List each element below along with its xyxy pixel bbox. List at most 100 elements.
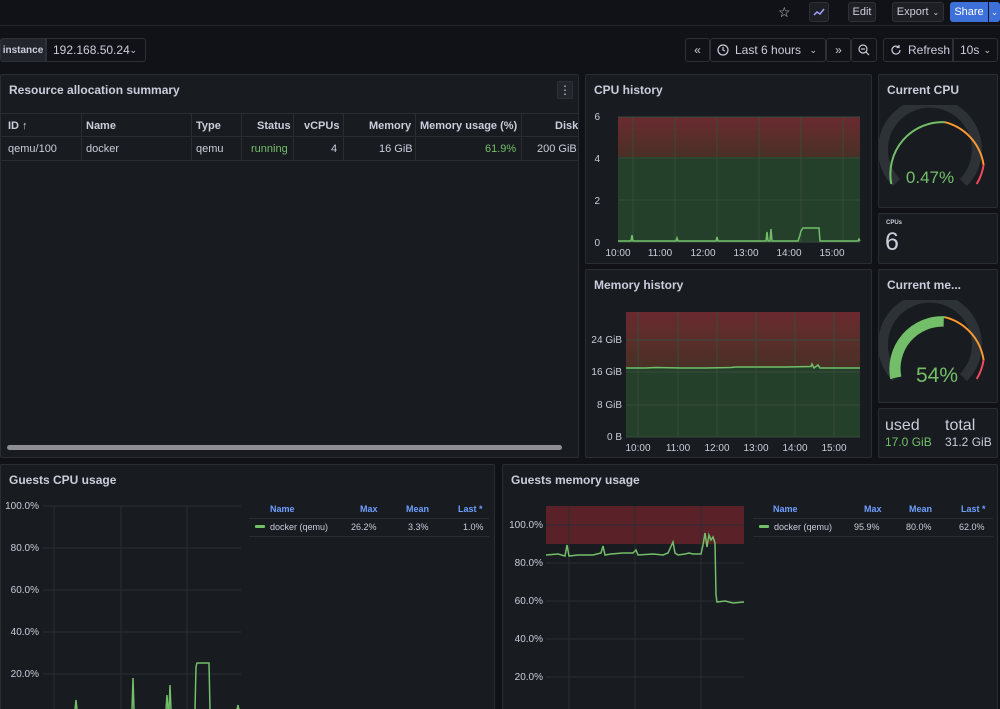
- x-tick: 10:00: [625, 443, 650, 454]
- zoom-out-icon: [858, 44, 870, 56]
- legend-header-max[interactable]: Max: [864, 504, 882, 514]
- total-label: total: [945, 417, 976, 434]
- y-tick: 20.0%: [515, 672, 543, 683]
- share-menu-button[interactable]: ⌄: [989, 2, 1000, 22]
- legend-series-name: docker (qemu): [270, 522, 329, 532]
- legend-max: 95.9%: [854, 522, 880, 532]
- cell-type: qemu: [196, 143, 224, 155]
- share-button[interactable]: Share: [950, 2, 988, 22]
- cell-disk: 200 GiB: [537, 143, 577, 155]
- legend-color-swatch: [255, 525, 265, 528]
- y-tick: 60.0%: [11, 585, 39, 596]
- column-header-type[interactable]: Type: [196, 115, 221, 137]
- column-header-memory-usage[interactable]: Memory usage (%): [420, 115, 517, 137]
- column-header-name[interactable]: Name: [86, 115, 116, 137]
- x-tick: 15:00: [821, 443, 846, 454]
- y-tick: 80.0%: [515, 558, 543, 569]
- legend-header-name[interactable]: Name: [270, 504, 295, 514]
- cell-memory: 16 GiB: [379, 143, 413, 155]
- current-memory-panel: Current me... 54%: [878, 269, 998, 403]
- y-tick: 0: [594, 238, 600, 249]
- refresh-interval-select[interactable]: 10s ⌄: [953, 38, 998, 62]
- gauge-value: 0.47%: [906, 168, 954, 187]
- y-tick: 80.0%: [11, 543, 39, 554]
- cpu-history-chart[interactable]: 6 4 2 0 10:00 11:00 12:00 13:00 14:00 15…: [586, 105, 873, 265]
- panel-title: Guests CPU usage: [9, 473, 117, 487]
- horizontal-scrollbar[interactable]: [7, 445, 562, 450]
- instance-variable-select[interactable]: 192.168.50.24 ⌄: [46, 38, 146, 62]
- column-header-vcpus[interactable]: vCPUs: [304, 115, 339, 137]
- x-tick: 12:00: [690, 248, 715, 259]
- used-label: used: [885, 417, 920, 434]
- legend-series-name: docker (qemu): [774, 522, 833, 532]
- cell-id: qemu/100: [8, 143, 57, 155]
- star-icon[interactable]: ☆: [778, 4, 791, 21]
- panel-title: Current me...: [887, 278, 962, 292]
- x-tick: 11:00: [666, 443, 691, 454]
- memory-history-chart[interactable]: 24 GiB 16 GiB 8 GiB 0 B 10:00 11:00 12:0…: [586, 300, 873, 459]
- graph-mode-button[interactable]: [809, 2, 829, 22]
- time-back-button[interactable]: «: [685, 38, 710, 62]
- resource-allocation-panel: Resource allocation summary ⋮ ID ↑ Name …: [0, 74, 579, 458]
- column-header-memory[interactable]: Memory: [369, 115, 411, 137]
- zoom-out-button[interactable]: [851, 38, 877, 62]
- panel-title: Current CPU: [887, 83, 960, 97]
- refresh-icon: [891, 45, 901, 55]
- y-tick: 100.0%: [5, 501, 39, 512]
- legend-header-name[interactable]: Name: [773, 504, 798, 514]
- x-tick: 12:00: [704, 443, 729, 454]
- y-tick: 6: [594, 112, 600, 123]
- cpus-stat-panel: CPUs 6: [878, 213, 998, 264]
- column-header-disk[interactable]: Disk: [555, 115, 578, 137]
- memory-history-panel: Memory history 24 GiB 16 GiB 8 GiB 0 B 1…: [585, 269, 872, 458]
- x-tick: 14:00: [782, 443, 807, 454]
- menu-dots-icon: ⋮: [559, 83, 571, 97]
- edit-button[interactable]: Edit: [848, 2, 876, 22]
- column-header-id[interactable]: ID ↑: [8, 115, 28, 137]
- y-tick: 24 GiB: [591, 335, 622, 346]
- y-tick: 8 GiB: [597, 400, 622, 411]
- legend-max: 26.2%: [351, 522, 377, 532]
- refresh-label: Refresh: [908, 43, 951, 57]
- legend-header-mean[interactable]: Mean: [909, 504, 932, 514]
- y-tick: 40.0%: [11, 627, 39, 638]
- y-tick: 4: [594, 154, 600, 165]
- guests-cpu-chart[interactable]: 100.0% 80.0% 60.0% 40.0% 20.0%: [1, 495, 246, 709]
- y-tick: 60.0%: [515, 596, 543, 607]
- x-tick: 11:00: [648, 248, 673, 259]
- y-tick: 0 B: [607, 432, 622, 443]
- panel-title: CPU history: [594, 83, 663, 97]
- current-cpu-panel: Current CPU 0.47%: [878, 74, 998, 208]
- instance-value: 192.168.50.24: [53, 43, 130, 57]
- chevron-down-icon: ⌄: [932, 7, 940, 17]
- stat-label: CPUs: [886, 220, 903, 226]
- cpu-history-panel: CPU history 6 4 2 0 10:00 11:00 12:00 13…: [585, 74, 872, 264]
- legend-header-mean[interactable]: Mean: [406, 504, 429, 514]
- time-range-picker[interactable]: Last 6 hours ⌄: [710, 38, 826, 62]
- legend-header-max[interactable]: Max: [360, 504, 378, 514]
- guests-cpu-panel: Guests CPU usage 100.0% 80.0% 60.0% 40.0…: [0, 464, 495, 709]
- export-button[interactable]: Export ⌄: [892, 2, 944, 22]
- y-tick: 40.0%: [515, 634, 543, 645]
- panel-title: Memory history: [594, 278, 684, 292]
- guests-memory-panel: Guests memory usage 100.0% 80.0% 60.0% 4…: [502, 464, 998, 709]
- time-range-label: Last 6 hours: [735, 43, 802, 57]
- memory-gauge: 54%: [879, 300, 985, 387]
- instance-variable-label: instance: [0, 38, 46, 62]
- x-tick: 15:00: [819, 248, 844, 259]
- time-forward-button[interactable]: »: [826, 38, 851, 62]
- guests-memory-chart[interactable]: 100.0% 80.0% 60.0% 40.0% 20.0%: [503, 495, 751, 709]
- x-tick: 10:00: [605, 248, 630, 259]
- y-tick: 100.0%: [509, 520, 543, 531]
- cpu-gauge: 0.47%: [879, 105, 985, 187]
- column-header-status[interactable]: Status: [257, 115, 291, 137]
- graph-icon: [813, 8, 825, 16]
- refresh-button[interactable]: Refresh: [883, 38, 953, 62]
- legend-header-last[interactable]: Last *: [458, 504, 483, 514]
- panel-menu-button[interactable]: ⋮: [557, 81, 573, 99]
- x-tick: 14:00: [776, 248, 801, 259]
- legend-header-last[interactable]: Last *: [961, 504, 986, 514]
- cell-vcpus: 4: [331, 143, 338, 155]
- stat-value: 6: [885, 228, 899, 256]
- panel-title: Guests memory usage: [511, 473, 640, 487]
